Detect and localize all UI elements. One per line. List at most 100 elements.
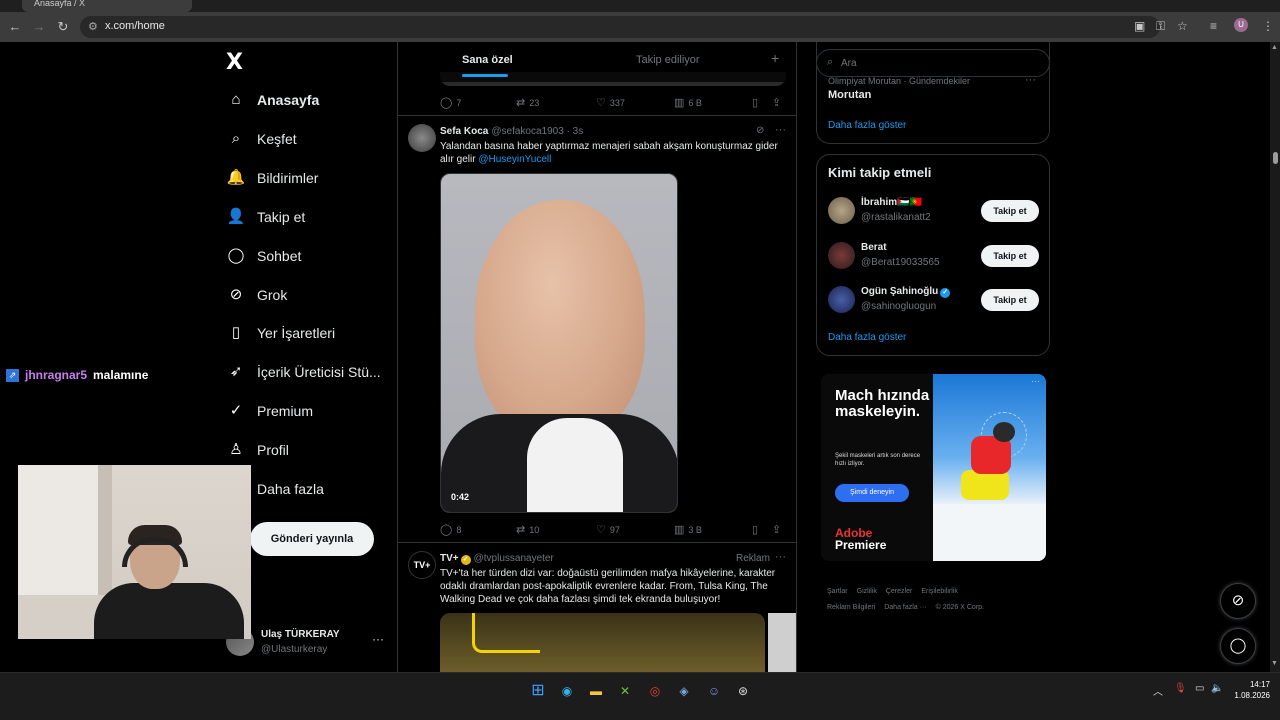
nav-item-add-person[interactable]: 👤 Takip et bbox=[226, 204, 306, 230]
repost-icon: ⇄ bbox=[516, 97, 526, 109]
avatar bbox=[828, 286, 855, 313]
like-button[interactable]: ♡ 337 bbox=[596, 96, 625, 109]
follow-suggestion[interactable]: İbrahim🇵🇸🇵🇹 @rastalikanatt2 Takip et bbox=[828, 196, 1040, 228]
tweet-author-avatar[interactable] bbox=[408, 124, 436, 152]
nav-item-grok[interactable]: ⊘ Grok bbox=[226, 282, 288, 308]
reply-button[interactable]: ◯ 8 bbox=[440, 523, 461, 536]
display-icon[interactable]: ▭ bbox=[1195, 683, 1204, 694]
nav-item-rocket[interactable]: ➶ İçerik Üreticisi Stü... bbox=[226, 359, 381, 385]
share-button[interactable]: ⇪ bbox=[772, 523, 785, 536]
scroll-up-icon[interactable]: ▲ bbox=[1271, 44, 1278, 51]
tweet-author[interactable]: Sefa Koca @sefakoca1903 · 3s bbox=[440, 126, 583, 137]
address-bar[interactable]: ⚙ x.com/home bbox=[80, 16, 1160, 38]
app-icon[interactable]: ◈ bbox=[674, 681, 694, 701]
views-button[interactable]: ▥ 6 B bbox=[674, 96, 702, 109]
video-duration: 0:42 bbox=[451, 492, 470, 502]
playlist-icon[interactable]: ≡ bbox=[1210, 19, 1217, 33]
divider bbox=[398, 115, 796, 116]
follow-suggestion[interactable]: Berat @Berat19033565 Takip et bbox=[828, 241, 1040, 273]
follow-button[interactable]: Takip et bbox=[981, 289, 1039, 311]
tweet-video[interactable]: 0:42 bbox=[440, 173, 678, 513]
grok-explain-icon[interactable]: ⊘ bbox=[756, 125, 764, 136]
tweet-author[interactable]: TV+ ✓ @tvplussanayeter bbox=[440, 553, 554, 565]
nav-item-chat[interactable]: ◯ Sohbet bbox=[226, 243, 302, 269]
search-input[interactable]: ⌕ Ara bbox=[816, 49, 1050, 77]
file-explorer-icon[interactable]: ▬ bbox=[586, 681, 606, 701]
volume-icon[interactable]: 🔈 bbox=[1211, 683, 1223, 694]
tab-for-you[interactable]: Sana özel bbox=[462, 54, 513, 66]
edge-icon[interactable]: ◉ bbox=[557, 681, 577, 701]
account-more-icon[interactable]: ··· bbox=[372, 632, 384, 646]
promoted-ad-card[interactable]: Mach hızında maskeleyin. Şekil maskeleri… bbox=[821, 374, 1046, 561]
chat-username: jhnragnar5 bbox=[25, 368, 88, 382]
promo-more-icon[interactable]: ··· bbox=[1031, 376, 1040, 386]
trends-show-more[interactable]: Daha fazla göster bbox=[828, 120, 906, 131]
bookmark-icon: ▯ bbox=[752, 97, 759, 109]
grok-fab-icon[interactable]: ⊘ bbox=[1220, 583, 1256, 619]
search-placeholder: Ara bbox=[841, 58, 857, 69]
browser-profile-avatar[interactable]: U bbox=[1234, 18, 1248, 32]
post-button[interactable]: Gönderi yayınla bbox=[250, 522, 374, 556]
browser-menu-icon[interactable]: ⋮ bbox=[1262, 19, 1274, 33]
tray-chevron-icon[interactable]: ︿ bbox=[1153, 683, 1163, 698]
person-icon: ♙ bbox=[229, 441, 243, 458]
scroll-down-icon[interactable]: ▼ bbox=[1271, 660, 1278, 667]
tweet-text: Yalandan basına haber yaptırmaz menajeri… bbox=[440, 141, 778, 165]
obs-icon[interactable]: ⊛ bbox=[733, 681, 753, 701]
add-tab-icon[interactable]: + bbox=[771, 50, 779, 66]
tweet-more-icon[interactable]: ··· bbox=[775, 124, 786, 136]
reload-icon[interactable]: ↻ bbox=[54, 18, 72, 36]
page-scrollbar[interactable]: ▲ ▼ bbox=[1270, 42, 1280, 672]
password-key-icon[interactable]: ⚿ bbox=[1156, 19, 1165, 34]
forward-icon[interactable]: → bbox=[30, 18, 48, 36]
bookmark-button[interactable]: ▯ bbox=[752, 523, 762, 536]
trend-item[interactable]: Morutan bbox=[828, 89, 871, 101]
promo-cta-button[interactable]: Şimdi deneyin bbox=[835, 484, 909, 502]
timeline[interactable]: Sana özel Takip ediliyor + ◯ 7 ⇄ 23 ♡ 337 ▥… bbox=[397, 42, 797, 672]
windows-taskbar: ⊞ ◉ ▬ ✕ ◎ ◈ ☺ ⊛ ︿ 🎙 ▭ 🔈 14:17 1.08.2026 bbox=[0, 672, 1280, 720]
taskbar-clock[interactable]: 14:17 1.08.2026 bbox=[1226, 679, 1270, 701]
ad-media-next[interactable] bbox=[768, 613, 796, 672]
x-logo[interactable]: X bbox=[226, 50, 243, 75]
who-to-follow-show-more[interactable]: Daha fazla göster bbox=[828, 332, 906, 343]
follow-suggestion[interactable]: Ogün Şahinoğlu ✓ @sahinogluogun Takip et bbox=[828, 285, 1040, 317]
divider bbox=[398, 542, 796, 543]
back-icon[interactable]: ← bbox=[6, 18, 24, 36]
messages-fab-icon[interactable]: ◯ bbox=[1220, 628, 1256, 664]
reply-button[interactable]: ◯ 7 bbox=[440, 96, 461, 109]
tweet-author-avatar[interactable]: TV+ bbox=[408, 551, 436, 579]
like-button[interactable]: ♡ 97 bbox=[596, 523, 620, 536]
microphone-icon[interactable]: 🎙 bbox=[1174, 683, 1187, 694]
nav-item-bookmark[interactable]: ▯ Yer İşaretleri bbox=[226, 320, 335, 346]
repost-button[interactable]: ⇄ 10 bbox=[516, 523, 539, 536]
avatar bbox=[828, 197, 855, 224]
ad-media[interactable] bbox=[440, 613, 765, 672]
bookmark-button[interactable]: ▯ bbox=[752, 96, 762, 109]
tab-following[interactable]: Takip ediliyor bbox=[636, 54, 700, 66]
windows-start-icon[interactable]: ⊞ bbox=[528, 681, 548, 701]
site-info-icon[interactable]: ⚙ bbox=[88, 20, 98, 33]
nav-item-home[interactable]: ⌂ Anasayfa bbox=[226, 87, 319, 113]
scroll-thumb[interactable] bbox=[1273, 152, 1278, 164]
share-button[interactable]: ⇪ bbox=[772, 96, 785, 109]
xbox-icon[interactable]: ✕ bbox=[615, 681, 635, 701]
star-bookmark-icon[interactable]: ☆ bbox=[1177, 19, 1188, 33]
tweet-mention-link[interactable]: @HuseyinYucell bbox=[478, 154, 551, 165]
follow-button[interactable]: Takip et bbox=[981, 200, 1039, 222]
repost-button[interactable]: ⇄ 23 bbox=[516, 96, 539, 109]
browser-toolbar: ← → ↻ ⚙ x.com/home ▣ ⚿ ☆ ≡ U ⋮ bbox=[0, 12, 1280, 42]
nav-item-search[interactable]: ⌕ Keşfet bbox=[226, 126, 297, 152]
cast-icon[interactable]: ▣ bbox=[1134, 19, 1145, 33]
nav-item-person[interactable]: ♙ Profil bbox=[226, 437, 289, 463]
browser-tab[interactable]: Anasayfa / X bbox=[22, 0, 192, 12]
nav-item-label: Profil bbox=[257, 442, 289, 458]
discord-icon[interactable]: ☺ bbox=[704, 681, 724, 701]
bookmark-icon: ▯ bbox=[231, 324, 241, 341]
nav-item-verified[interactable]: ✓ Premium bbox=[226, 398, 313, 424]
grok-icon: ⊘ bbox=[229, 286, 243, 303]
follow-button[interactable]: Takip et bbox=[981, 245, 1039, 267]
views-button[interactable]: ▥ 3 B bbox=[674, 523, 702, 536]
nav-item-bell[interactable]: 🔔 Bildirimler bbox=[226, 165, 319, 191]
chrome-icon[interactable]: ◎ bbox=[645, 681, 665, 701]
tweet-more-icon[interactable]: ··· bbox=[775, 551, 786, 563]
